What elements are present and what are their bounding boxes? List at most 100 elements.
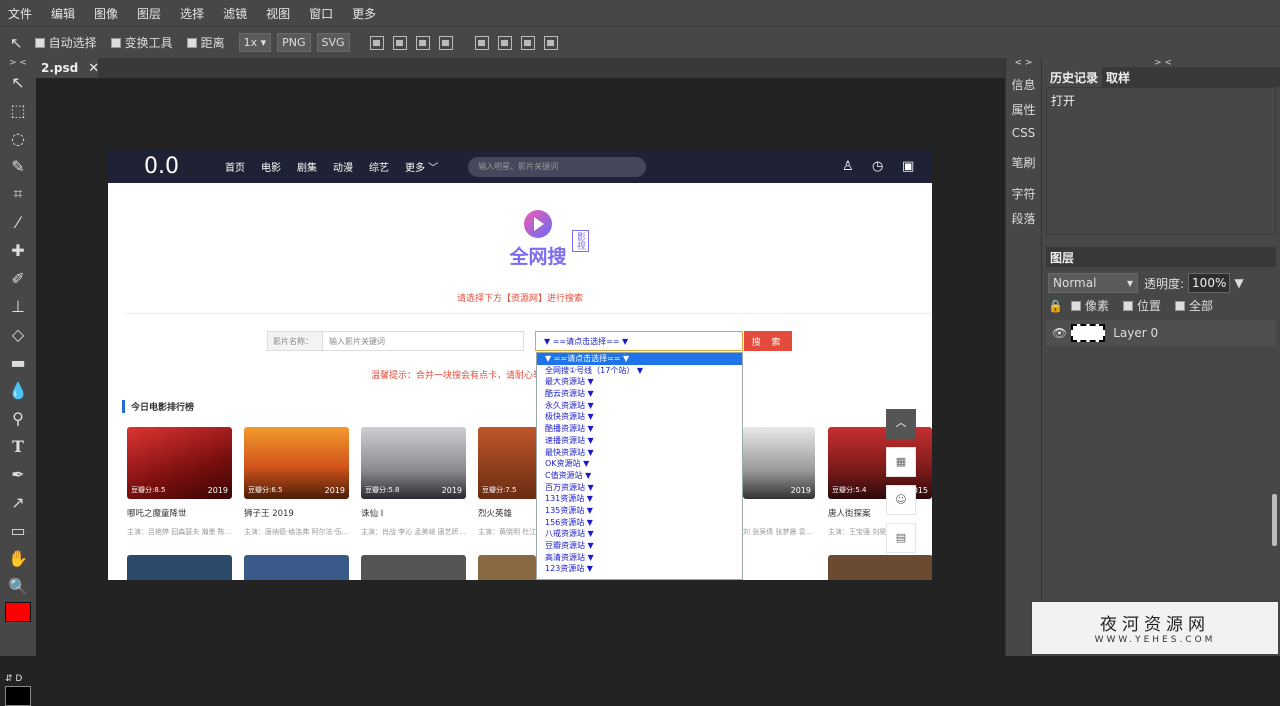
dropdown-option: 131资源站 ▼ xyxy=(545,494,593,504)
brand-name: 全网搜 xyxy=(509,246,567,268)
panel-collapse[interactable]: > < xyxy=(1154,58,1172,68)
history-item[interactable]: 打开 xyxy=(1051,92,1271,109)
align-right-icon[interactable] xyxy=(415,35,430,50)
opacity-input[interactable]: 100% xyxy=(1188,273,1231,293)
document-canvas[interactable]: 0.0 首页 电影 剧集 动漫 综艺 更多 ﹀ 输入明星、影片关键词 ♙ ◷ ▣… xyxy=(108,150,932,580)
align-top-icon[interactable] xyxy=(474,35,489,50)
eraser-tool-icon[interactable]: ◇ xyxy=(0,320,36,348)
menu-select[interactable]: 选择 xyxy=(180,5,204,22)
dropdown-option: 永久资源站 ▼ xyxy=(545,400,594,410)
card-score: 豆瓣分:5.8 xyxy=(365,486,400,494)
card-title: 哪吒之魔童降世 xyxy=(127,509,187,519)
dodge-tool-icon[interactable]: ⚲ xyxy=(0,404,36,432)
panel-paragraph[interactable]: 段落 xyxy=(1006,210,1041,227)
hand-tool-icon[interactable]: ✋ xyxy=(0,544,36,572)
swap-colors[interactable]: ⇵ D xyxy=(5,674,22,684)
brush-tool-icon[interactable]: ✐ xyxy=(0,264,36,292)
lock-position-checkbox[interactable]: 位置 xyxy=(1122,297,1161,314)
foreground-color[interactable] xyxy=(5,602,31,622)
user-icon: ♙ xyxy=(842,159,854,174)
checkbox-icon xyxy=(1070,300,1081,311)
transform-checkbox[interactable]: 变换工具 xyxy=(110,34,173,51)
chevron-down-icon[interactable]: ▼ xyxy=(1234,276,1243,290)
card-title: 狮子王 2019 xyxy=(244,509,294,519)
dropdown-option: 156资源站 ▼ xyxy=(545,517,593,527)
dropdown-option: 酷播资源站 ▼ xyxy=(545,424,594,434)
zoom-tool-icon[interactable]: 🔍 xyxy=(0,572,36,600)
opacity-label: 透明度: xyxy=(1144,276,1185,291)
export-svg-button[interactable]: SVG xyxy=(316,33,350,52)
tab-history[interactable]: 历史记录 xyxy=(1046,67,1103,87)
align-middle-icon[interactable] xyxy=(497,35,512,50)
move-tool-icon[interactable]: ↖ xyxy=(10,34,23,52)
scrollbar[interactable] xyxy=(1272,494,1277,546)
tab-sampler[interactable]: 取样 xyxy=(1102,67,1134,87)
export-png-button[interactable]: PNG xyxy=(277,33,311,52)
dropdown-option: 八戒资源站 ▼ xyxy=(545,529,594,539)
blur-tool-icon[interactable]: 💧 xyxy=(0,376,36,404)
panel-info[interactable]: 信息 xyxy=(1006,76,1041,93)
pen-tool-icon[interactable]: ✒ xyxy=(0,460,36,488)
brand-tag: 影视 xyxy=(572,230,589,252)
lasso-tool-icon[interactable]: ◌ xyxy=(0,124,36,152)
movie-card xyxy=(828,555,932,580)
tab-document[interactable]: 2.psd ✕ xyxy=(36,58,99,78)
shape-tool-icon[interactable]: ▭ xyxy=(0,516,36,544)
document-name: 2.psd xyxy=(41,61,79,75)
panel-brush[interactable]: 笔刷 xyxy=(1006,154,1041,171)
crop-tool-icon[interactable]: ⌗ xyxy=(0,180,36,208)
panel-properties[interactable]: 属性 xyxy=(1006,101,1041,118)
lock-pixels-checkbox[interactable]: 像素 xyxy=(1070,297,1109,314)
back-to-top-button: ︿ xyxy=(886,409,916,439)
card-year: 2019 xyxy=(324,486,345,495)
toolbar-collapse[interactable]: > < xyxy=(0,58,36,68)
align-left-icon[interactable] xyxy=(369,35,384,50)
menu-filter[interactable]: 滤镜 xyxy=(223,5,247,22)
distribute-h-icon[interactable] xyxy=(438,35,453,50)
gradient-tool-icon[interactable]: ▬ xyxy=(0,348,36,376)
blend-mode-select[interactable]: Normal ▾ xyxy=(1048,273,1138,293)
align-center-h-icon[interactable] xyxy=(392,35,407,50)
menu-view[interactable]: 视图 xyxy=(266,5,290,22)
card-stars: 主演：黄晓明 杜江... xyxy=(478,528,538,536)
text-tool-icon[interactable]: T xyxy=(0,432,36,460)
card-score: 豆瓣分:5.4 xyxy=(832,486,867,494)
distance-checkbox[interactable]: 距离 xyxy=(186,34,225,51)
menu-image[interactable]: 图像 xyxy=(94,5,118,22)
search-form: 影片名称： 输入影片关键词 xyxy=(267,331,524,351)
menu-edit[interactable]: 编辑 xyxy=(51,5,75,22)
align-bottom-icon[interactable] xyxy=(520,35,535,50)
lock-all-checkbox[interactable]: 全部 xyxy=(1174,297,1213,314)
lock-icon: 🔒 xyxy=(1048,298,1063,313)
layer-name[interactable]: Layer 0 xyxy=(1113,326,1158,340)
marquee-tool-icon[interactable]: ⬚ xyxy=(0,96,36,124)
layers-header[interactable]: 图层 xyxy=(1046,247,1276,267)
path-select-icon[interactable]: ↗ xyxy=(0,488,36,516)
eye-icon[interactable]: 👁 xyxy=(1052,326,1067,340)
scale-select[interactable]: 1x ▾ xyxy=(238,33,272,52)
stamp-tool-icon[interactable]: ⊥ xyxy=(0,292,36,320)
card-title: 烈火英雄 xyxy=(478,509,513,519)
menu-file[interactable]: 文件 xyxy=(8,5,32,22)
tools-panel: > < ↖ ⬚ ◌ ✎ ⌗ ⁄ ✚ ✐ ⊥ ◇ ▬ 💧 ⚲ T ✒ ↗ ▭ ✋ … xyxy=(0,58,36,706)
layer-row[interactable]: 👁 Layer 0 xyxy=(1046,320,1276,346)
movie-card xyxy=(127,555,232,580)
eyedropper-icon[interactable]: ⁄ xyxy=(0,208,36,236)
close-icon[interactable]: ✕ xyxy=(88,61,99,76)
card-stars: 主演：肖战 李沁 孟美岐 唐艺昕... xyxy=(361,528,466,536)
move-tool-icon[interactable]: ↖ xyxy=(0,68,36,96)
strip-collapse[interactable]: < > xyxy=(1006,58,1041,68)
quick-select-icon[interactable]: ✎ xyxy=(0,152,36,180)
menu-window[interactable]: 窗口 xyxy=(309,5,333,22)
dropdown-option: 最大资源站 ▼ xyxy=(545,377,594,387)
background-color[interactable] xyxy=(5,686,31,706)
auto-select-checkbox[interactable]: 自动选择 xyxy=(34,34,97,51)
distribute-v-icon[interactable] xyxy=(543,35,558,50)
checkbox-icon xyxy=(1122,300,1133,311)
menu-layer[interactable]: 图层 xyxy=(137,5,161,22)
menu-more[interactable]: 更多 xyxy=(352,5,376,22)
panel-character[interactable]: 字符 xyxy=(1006,185,1041,202)
panel-css[interactable]: CSS xyxy=(1006,126,1041,140)
card-stars: 刘 张吴倩 张梦晨 袁... xyxy=(743,528,813,536)
healing-brush-icon[interactable]: ✚ xyxy=(0,236,36,264)
